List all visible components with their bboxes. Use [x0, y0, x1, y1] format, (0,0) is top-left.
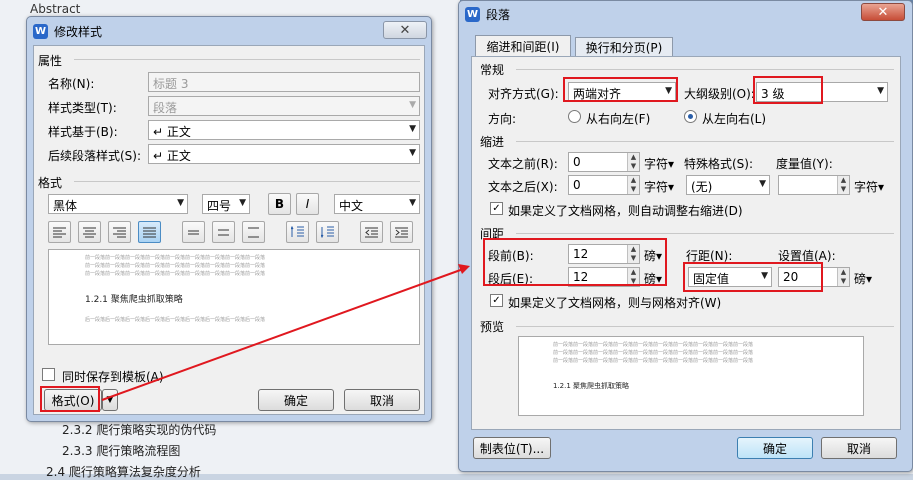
connector-arrow: [101, 264, 470, 401]
